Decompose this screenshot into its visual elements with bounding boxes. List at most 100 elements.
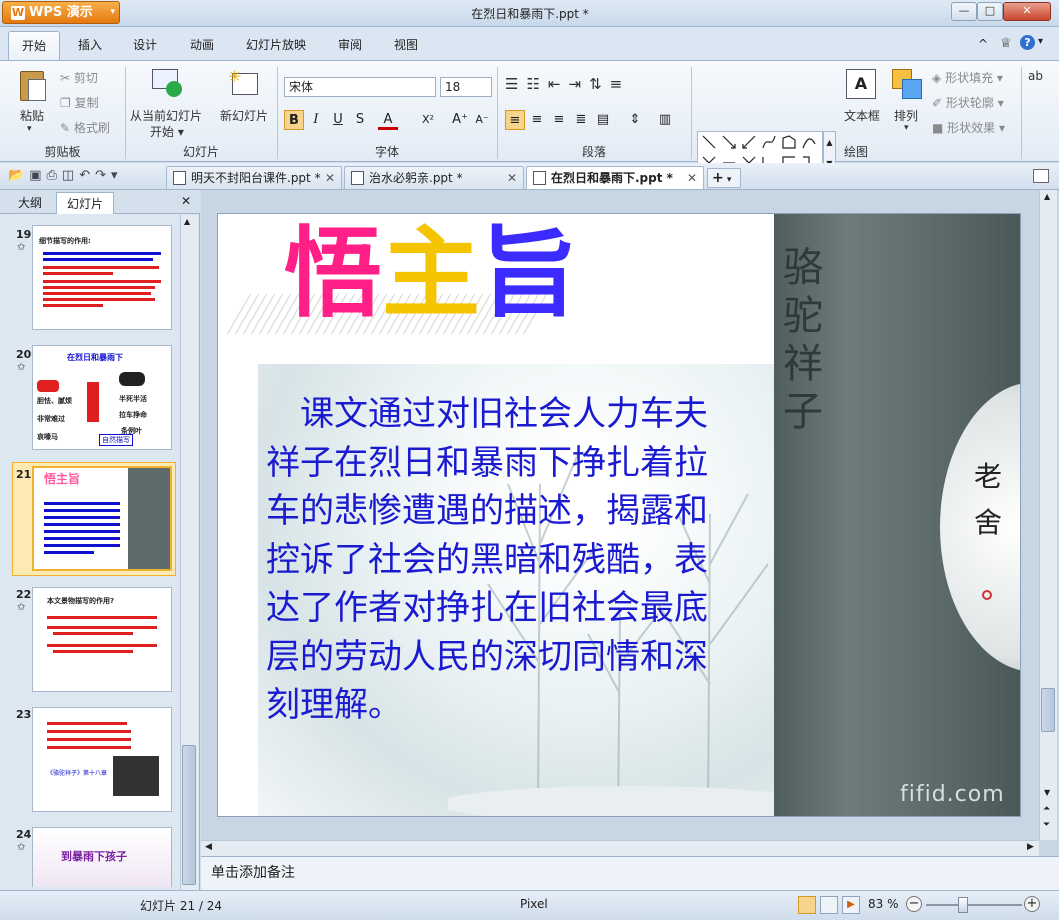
align-center-icon: ≡ xyxy=(531,112,543,127)
close-tab-icon[interactable]: ✕ xyxy=(687,167,697,189)
minimize-button[interactable]: — xyxy=(951,2,977,21)
start-button[interactable]: 开始 ▾ xyxy=(150,123,184,140)
shape-effect-button[interactable]: ■ 形状效果 ▾ xyxy=(932,119,1005,136)
more-ribbon-icon[interactable]: ab xyxy=(1028,69,1043,83)
doc-tab-2[interactable]: 治水必躬亲.ppt * ✕ xyxy=(344,166,524,189)
from-current-slide-button[interactable]: 从当前幻灯片 xyxy=(130,107,202,124)
font-group-label: 字体 xyxy=(374,145,399,159)
status-bar: 幻灯片 21 / 24 Pixel ▶ 83 % − + xyxy=(0,890,1059,920)
tab-slideshow[interactable]: 幻灯片放映 xyxy=(233,31,319,60)
shape-outline-button[interactable]: ✐ 形状轮廓 ▾ xyxy=(932,94,1004,111)
slide-thumbnail-24[interactable]: 到暴雨下孩子 xyxy=(32,827,172,887)
text-shadow-button[interactable]: S xyxy=(350,110,370,130)
line-spacing-icon: ≡ xyxy=(609,75,631,93)
paragraph-group-label: 段落 xyxy=(581,145,606,159)
paste-dropdown-icon[interactable]: ▾ xyxy=(27,124,32,134)
new-slide-icon[interactable]: ✳ xyxy=(228,67,260,99)
list-buttons[interactable]: ☰☷⇤⇥⇅≡ xyxy=(505,75,630,93)
align-right-icon: ≡ xyxy=(553,112,565,127)
normal-view-icon[interactable] xyxy=(798,896,816,914)
paragraph-spacing-button[interactable]: ⇕ xyxy=(625,110,645,130)
title-char-2: 主 xyxy=(382,216,481,331)
collapse-ribbon-icon[interactable]: ^ xyxy=(978,37,988,51)
zoom-slider-thumb[interactable] xyxy=(958,897,968,913)
align-center-button[interactable]: ≡ xyxy=(527,110,547,130)
slide-thumbnail-20[interactable]: 在烈日和暴雨下 胆怯、腻烦 非常难过 哀嚎马 半死半活 拉车挣命 条例叶 自然描… xyxy=(32,345,172,450)
quick-access-toolbar[interactable]: 📂▣⎙◫↶↷▾ xyxy=(8,168,123,183)
tab-review[interactable]: 审阅 xyxy=(325,31,375,60)
textbox-icon[interactable]: A xyxy=(846,69,876,99)
skin-icon[interactable]: ♕ xyxy=(1000,36,1012,51)
zoom-slider-track[interactable] xyxy=(926,904,1022,906)
shrink-font-button[interactable]: A⁻ xyxy=(472,110,492,130)
paste-icon[interactable] xyxy=(14,67,50,107)
font-size-combo[interactable]: 18 xyxy=(440,77,492,97)
zoom-level[interactable]: 83 % xyxy=(868,897,899,911)
help-dropdown-icon[interactable]: ▾ xyxy=(1038,36,1043,47)
columns-button[interactable]: ▥ xyxy=(655,110,675,130)
animation-star-icon: ✩ xyxy=(17,242,26,253)
paste-button[interactable]: 粘贴 xyxy=(20,107,44,124)
tab-list-icon[interactable] xyxy=(1033,169,1049,183)
notes-pane[interactable]: 单击添加备注 xyxy=(201,856,1059,890)
arrange-dropdown-icon[interactable]: ▾ xyxy=(904,123,909,133)
new-tab-button[interactable]: + ▾ xyxy=(707,168,741,188)
new-slide-button[interactable]: 新幻灯片 xyxy=(220,107,268,124)
current-slide[interactable]: 骆驼祥子 老舍 fifid.com 悟主旨 课文通过对旧社会人力车夫祥子在烈日和… xyxy=(217,213,1021,817)
tab-home[interactable]: 开始 xyxy=(8,31,61,60)
cut-button[interactable]: ✂ 剪切 xyxy=(60,69,98,86)
close-tab-icon[interactable]: ✕ xyxy=(325,167,335,189)
align-left-button[interactable]: ≡ xyxy=(505,110,525,130)
tab-view[interactable]: 视图 xyxy=(381,31,431,60)
slide-thumbnail-19[interactable]: 细节描写的作用: xyxy=(32,225,172,330)
scrollbar-thumb[interactable] xyxy=(182,745,196,885)
arrange-icon[interactable] xyxy=(892,69,922,99)
zoom-out-icon[interactable]: − xyxy=(906,896,922,912)
slideshow-from-current-icon[interactable] xyxy=(150,67,184,99)
tab-slides[interactable]: 幻灯片 xyxy=(56,192,115,214)
slideshow-view-icon[interactable]: ▶ xyxy=(842,896,860,914)
justify-button[interactable]: ≣ xyxy=(571,110,591,130)
ribbon: 粘贴 ▾ ✂ 剪切 ❐ 复制 ✎ 格式刷 剪贴板 从当前幻灯片 开始 ▾ ✳ 新… xyxy=(0,60,1059,197)
align-right-button[interactable]: ≡ xyxy=(549,110,569,130)
distribute-button[interactable]: ▤ xyxy=(593,110,613,130)
editor-hscrollbar[interactable]: ◀ ▶ xyxy=(201,840,1039,856)
wps-menu-button[interactable]: W WPS 演示 ▾ xyxy=(2,1,120,24)
book-author: 老舍 xyxy=(974,460,1003,539)
slide-thumbnail-21[interactable]: 悟主旨 xyxy=(32,466,172,571)
editor-scrollbar[interactable]: ▲ ▼ ⏶ ⏷ xyxy=(1039,190,1057,840)
underline-button[interactable]: U xyxy=(328,110,348,130)
italic-button[interactable]: I xyxy=(306,110,326,130)
slide-thumbnail-23[interactable]: 《骆驼祥子》第十八章 xyxy=(32,707,172,812)
close-panel-icon[interactable]: ✕ xyxy=(181,194,191,208)
tab-animation[interactable]: 动画 xyxy=(177,31,227,60)
grow-font-button[interactable]: A⁺ xyxy=(450,110,470,130)
help-icon[interactable]: ? xyxy=(1020,35,1035,50)
panel-scrollbar[interactable]: ▲ xyxy=(180,215,198,890)
maximize-button[interactable]: □ xyxy=(977,2,1003,21)
slide-sorter-view-icon[interactable] xyxy=(820,896,838,914)
doc-tab-1[interactable]: 明天不封阳台课件.ppt * ✕ xyxy=(166,166,342,189)
copy-button[interactable]: ❐ 复制 xyxy=(60,94,99,111)
slide-body-text[interactable]: 课文通过对旧社会人力车夫祥子在烈日和暴雨下挣扎着拉车的悲惨遭遇的描述，揭露和控诉… xyxy=(266,390,712,730)
tab-insert[interactable]: 插入 xyxy=(65,31,115,60)
slide-thumbnail-22[interactable]: 本文景物描写的作用? xyxy=(32,587,172,692)
format-painter-button[interactable]: ✎ 格式刷 xyxy=(60,119,110,136)
superscript-button[interactable]: X² xyxy=(418,110,438,130)
close-button[interactable]: ✕ xyxy=(1003,2,1051,21)
tab-design[interactable]: 设计 xyxy=(120,31,170,60)
arrange-button[interactable]: 排列 xyxy=(894,107,918,124)
font-name-combo[interactable]: 宋体 xyxy=(284,77,436,97)
plus-icon: + xyxy=(712,170,724,186)
zoom-in-icon[interactable]: + xyxy=(1024,896,1040,912)
font-color-button[interactable]: A xyxy=(378,110,398,130)
shape-fill-button[interactable]: ◈ 形状填充 ▾ xyxy=(932,69,1003,86)
align-left-icon: ≡ xyxy=(509,113,521,128)
title-char-3: 旨 xyxy=(480,216,579,331)
tab-outline[interactable]: 大纲 xyxy=(8,192,52,214)
textbox-button[interactable]: 文本框 xyxy=(844,107,880,124)
scrollbar-thumb[interactable] xyxy=(1041,688,1055,732)
close-tab-icon[interactable]: ✕ xyxy=(507,167,517,189)
bold-button[interactable]: B xyxy=(284,110,304,130)
doc-tab-3[interactable]: 在烈日和暴雨下.ppt * ✕ xyxy=(526,166,704,189)
